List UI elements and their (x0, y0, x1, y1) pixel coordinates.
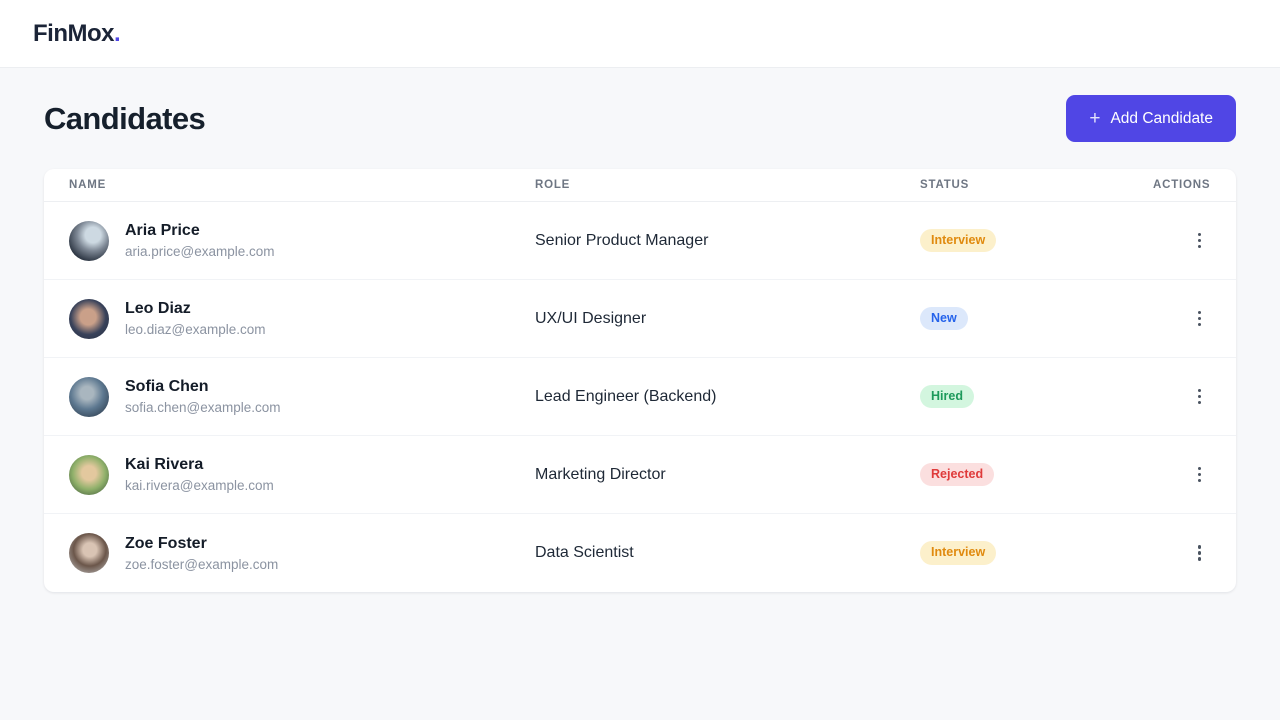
name-cell: Aria Price aria.price@example.com (69, 221, 535, 261)
row-actions-menu-button[interactable] (1190, 539, 1210, 567)
row-actions-menu-button[interactable] (1190, 383, 1210, 411)
candidate-role: Data Scientist (535, 544, 920, 562)
avatar (69, 377, 109, 417)
row-actions-menu-button[interactable] (1190, 305, 1210, 333)
table-row: Zoe Foster zoe.foster@example.com Data S… (44, 514, 1236, 592)
candidate-name: Aria Price (125, 222, 275, 240)
name-email-block: Leo Diaz leo.diaz@example.com (125, 300, 266, 337)
kebab-menu-icon (1198, 545, 1202, 561)
candidate-email: kai.rivera@example.com (125, 478, 274, 493)
candidate-role: UX/UI Designer (535, 310, 920, 328)
avatar (69, 299, 109, 339)
column-header-name: Name (69, 179, 535, 191)
kebab-menu-icon (1198, 467, 1202, 483)
name-email-block: Zoe Foster zoe.foster@example.com (125, 535, 278, 572)
table-header-row: Name Role Status Actions (44, 169, 1236, 202)
candidates-table: Name Role Status Actions Aria Price aria… (44, 169, 1236, 592)
row-actions-menu-button[interactable] (1190, 227, 1210, 255)
candidates-table-body: Aria Price aria.price@example.com Senior… (44, 202, 1236, 592)
candidate-role: Lead Engineer (Backend) (535, 388, 920, 406)
column-header-role: Role (535, 179, 920, 191)
candidate-role: Senior Product Manager (535, 232, 920, 250)
candidate-name: Sofia Chen (125, 378, 281, 396)
plus-icon: + (1089, 109, 1100, 128)
candidate-name: Zoe Foster (125, 535, 278, 553)
column-header-status: Status (920, 179, 1153, 191)
candidate-email: aria.price@example.com (125, 244, 275, 259)
actions-cell (1153, 539, 1211, 567)
app-logo-text: FinMox (33, 20, 114, 47)
avatar (69, 455, 109, 495)
avatar (69, 533, 109, 573)
kebab-menu-icon (1198, 233, 1202, 249)
status-badge: Rejected (920, 463, 994, 487)
table-row: Aria Price aria.price@example.com Senior… (44, 202, 1236, 280)
candidate-email: zoe.foster@example.com (125, 557, 278, 572)
table-row: Sofia Chen sofia.chen@example.com Lead E… (44, 358, 1236, 436)
name-cell: Kai Rivera kai.rivera@example.com (69, 455, 535, 495)
candidate-name: Kai Rivera (125, 456, 274, 474)
top-navigation-bar: FinMox. (0, 0, 1280, 68)
row-actions-menu-button[interactable] (1190, 461, 1210, 489)
column-header-actions: Actions (1153, 179, 1218, 191)
app-logo-dot: . (114, 20, 120, 47)
name-email-block: Aria Price aria.price@example.com (125, 222, 275, 259)
table-row: Kai Rivera kai.rivera@example.com Market… (44, 436, 1236, 514)
app-logo: FinMox. (33, 20, 120, 48)
name-email-block: Kai Rivera kai.rivera@example.com (125, 456, 274, 493)
actions-cell (1153, 461, 1211, 489)
status-cell: Rejected (920, 463, 1153, 487)
status-cell: Interview (920, 541, 1153, 565)
name-cell: Leo Diaz leo.diaz@example.com (69, 299, 535, 339)
name-cell: Zoe Foster zoe.foster@example.com (69, 533, 535, 573)
status-cell: New (920, 307, 1153, 331)
name-email-block: Sofia Chen sofia.chen@example.com (125, 378, 281, 415)
candidate-role: Marketing Director (535, 466, 920, 484)
status-badge: New (920, 307, 968, 331)
page-header: Candidates + Add Candidate (44, 95, 1236, 142)
status-cell: Hired (920, 385, 1153, 409)
name-cell: Sofia Chen sofia.chen@example.com (69, 377, 535, 417)
add-candidate-button-label: Add Candidate (1110, 110, 1213, 128)
actions-cell (1153, 227, 1211, 255)
actions-cell (1153, 305, 1211, 333)
status-cell: Interview (920, 229, 1153, 253)
table-row: Leo Diaz leo.diaz@example.com UX/UI Desi… (44, 280, 1236, 358)
candidate-email: leo.diaz@example.com (125, 322, 266, 337)
candidate-name: Leo Diaz (125, 300, 266, 318)
page-title: Candidates (44, 101, 205, 137)
kebab-menu-icon (1198, 311, 1202, 327)
status-badge: Interview (920, 229, 996, 253)
actions-cell (1153, 383, 1211, 411)
avatar (69, 221, 109, 261)
status-badge: Interview (920, 541, 996, 565)
candidate-email: sofia.chen@example.com (125, 400, 281, 415)
status-badge: Hired (920, 385, 974, 409)
add-candidate-button[interactable]: + Add Candidate (1066, 95, 1236, 142)
main-content: Candidates + Add Candidate Name Role Sta… (0, 95, 1280, 592)
kebab-menu-icon (1198, 389, 1202, 405)
